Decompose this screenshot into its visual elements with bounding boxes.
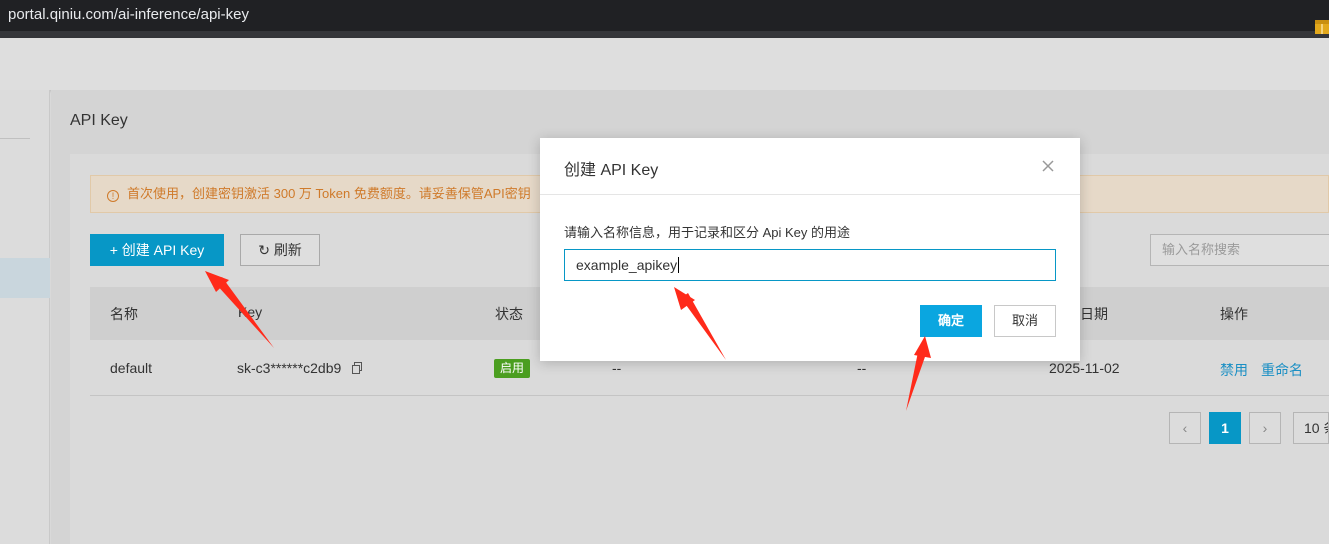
sidebar-divider [0, 138, 30, 139]
browser-toolbar-strip [0, 31, 1329, 38]
sidebar-item-selected[interactable] [0, 258, 50, 298]
api-key-name-input[interactable]: example_apikey [564, 249, 1056, 281]
refresh-label: 刷新 [273, 242, 302, 258]
search-input[interactable]: 输入名称搜索 [1150, 234, 1329, 266]
confirm-button[interactable]: 确定 [920, 305, 982, 337]
page-size-select[interactable]: 10 条 [1293, 412, 1329, 444]
pagination-page-1[interactable]: 1 [1209, 412, 1241, 444]
dialog-title: 创建 API Key [564, 162, 659, 179]
create-api-key-button[interactable]: + 创建 API Key [90, 234, 224, 266]
warning-icon: ! [107, 190, 119, 202]
pagination-prev-button[interactable]: ‹ [1169, 412, 1201, 444]
cell-col4: -- [612, 360, 622, 376]
refresh-button[interactable]: ↻ 刷新 [240, 234, 320, 266]
cell-name: default [110, 360, 153, 376]
notice-text: 首次使用，创建密钥激活 300 万 Token 免费额度。请妥善保管API密钥 [127, 186, 531, 201]
disable-link[interactable]: 禁用 [1220, 360, 1248, 380]
refresh-icon: ↻ [258, 242, 270, 258]
browser-url-bar[interactable]: portal.qiniu.com/ai-inference/api-key [0, 0, 1329, 31]
copy-icon[interactable] [352, 362, 362, 374]
column-header-date: 日期 [1080, 306, 1108, 322]
dialog-field-label: 请输入名称信息，用于记录和区分 Api Key 的用途 [564, 225, 851, 240]
close-icon[interactable] [1040, 158, 1056, 174]
cancel-button[interactable]: 取消 [994, 305, 1056, 337]
cell-key: sk-c3******c2db9 [237, 360, 342, 376]
page-title: API Key [70, 112, 128, 129]
column-header-actions: 操作 [1220, 306, 1248, 322]
sidebar [0, 90, 50, 544]
app-header [0, 38, 1329, 90]
column-header-key: Key [238, 304, 263, 320]
text-caret [678, 257, 680, 273]
status-badge: 启用 [494, 359, 530, 378]
cell-date: 2025-11-02 [1049, 360, 1120, 376]
column-header-name: 名称 [110, 306, 138, 322]
cell-col5: -- [857, 360, 867, 376]
api-key-name-value: example_apikey [576, 257, 678, 273]
gift-icon[interactable] [1315, 18, 1329, 34]
dialog-divider [540, 194, 1080, 195]
column-header-status: 状态 [495, 306, 523, 322]
rename-link[interactable]: 重命名 [1261, 360, 1303, 380]
pagination-next-button[interactable]: › [1249, 412, 1281, 444]
